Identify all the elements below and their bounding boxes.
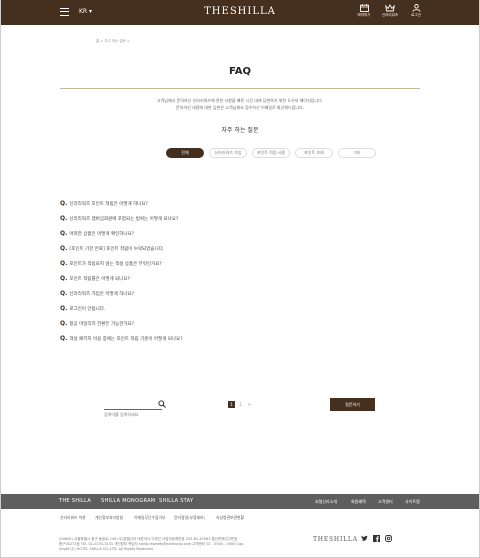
login-label: 로그인 — [411, 13, 421, 17]
footer-policy-privacy[interactable]: 개인정보처리방침 — [95, 515, 123, 521]
faq-item[interactable]: Q. 로그인이 안됩니다. — [60, 301, 420, 316]
question-marker: Q. — [60, 260, 68, 267]
title-divider — [60, 88, 420, 89]
page-2[interactable]: 2 — [237, 401, 244, 408]
tab-all[interactable]: 전체 — [166, 148, 204, 158]
faq-question: [포인트 기한 만료] 포인트 적립이 누락되었습니다. — [69, 246, 165, 252]
tab-points-earn-use[interactable]: 포인트 적립·사용 — [252, 148, 290, 158]
footer-brand-monogram[interactable]: SHILLA MONOGRAM — [101, 498, 155, 504]
rewards-button[interactable]: 신라리워즈 — [378, 4, 402, 18]
faq-item[interactable]: Q. 신라리워즈 가입은 어떻게 하나요? — [60, 286, 420, 301]
rewards-label: 신라리워즈 — [381, 13, 399, 17]
calendar-icon — [359, 4, 369, 12]
faq-question: 포인트가 적립되지 않는 객실 상품은 무엇인가요? — [69, 261, 162, 267]
breadcrumb[interactable]: 홈 > 자주 하는 질문 > — [96, 39, 130, 44]
user-icon — [412, 4, 420, 12]
question-marker: Q. — [60, 275, 68, 282]
reservation-button[interactable]: 예약하기 — [352, 4, 376, 18]
login-button[interactable]: 로그인 — [404, 4, 428, 18]
intro-line: 문의하신 내용에 대한 답변은 고객님께서 접수하신 이메일로 회신해드립니다. — [176, 105, 304, 110]
page-1[interactable]: 1 — [228, 401, 235, 408]
faq-question: 어떠한 상품은 어떻게 확인하나요? — [69, 231, 135, 237]
tab-points-inquiry[interactable]: 포인트 조회 — [295, 148, 333, 158]
top-header: KR ▾ THESHILLA 예약하기 신라리워즈 로그인 — [1, 0, 479, 25]
tab-join[interactable]: 신라리워즈 가입 — [209, 148, 247, 158]
faq-item[interactable]: Q. 신라리워즈 멤버십회원에 포함되는 범위는 어떻게 되나요? — [60, 211, 420, 226]
footer-policy-ethics[interactable]: 윤리경영(부정제보) — [174, 515, 205, 521]
faq-item[interactable]: Q. 항공 마일리지 전환은 가능한가요? — [60, 316, 420, 331]
question-marker: Q. — [60, 200, 68, 207]
footer-logo: THESHILLA — [313, 536, 358, 543]
footer-link-about[interactable]: 호텔신라소개 — [315, 499, 337, 505]
footer-policy-terms[interactable]: 신라리워즈 약관 — [60, 515, 86, 521]
question-marker: Q. — [60, 215, 68, 222]
question-marker: Q. — [60, 290, 68, 297]
faq-question: 항공 마일리지 전환은 가능한가요? — [69, 321, 135, 327]
footer-policy-email[interactable]: 이메일무단수집거부 — [134, 515, 165, 521]
faq-question: 신라리워즈 멤버십회원에 포함되는 범위는 어떻게 되나요? — [69, 216, 179, 222]
footer-brand-the-shilla[interactable]: THE SHILLA — [59, 498, 91, 504]
search-input[interactable] — [104, 410, 156, 419]
footer-brand-bar: THE SHILLA SHILLA MONOGRAM SHILLA STAY 호… — [1, 494, 479, 509]
faq-question: 포인트 적립률은 어떻게 되나요? — [69, 276, 130, 282]
faq-question: 신라리워즈 포인트 적립은 어떻게 하나요? — [69, 201, 148, 207]
category-tabs: 전체 신라리워즈 가입 포인트 적립·사용 포인트 조회 기타 — [166, 148, 376, 158]
footer-policy-records[interactable]: 속성명관보관현황 — [216, 515, 244, 521]
search-icon[interactable] — [158, 400, 166, 408]
search-box — [104, 400, 166, 419]
instagram-icon[interactable] — [385, 535, 392, 542]
faq-question: 객실 패키지 이용 중에는 포인트 적립 기준이 어떻게 되나요? — [69, 336, 183, 342]
faq-item[interactable]: Q. 신라리워즈 포인트 적립은 어떻게 하나요? — [60, 196, 420, 211]
page-next[interactable]: > — [246, 401, 253, 408]
faq-list: Q. 신라리워즈 포인트 적립은 어떻게 하나요? Q. 신라리워즈 멤버십회원에 … — [60, 196, 420, 346]
footer-link-benefits[interactable]: 회원혜택 — [351, 499, 366, 505]
reservation-label: 예약하기 — [357, 13, 371, 17]
question-marker: Q. — [60, 305, 68, 312]
pagination: 1 2 > — [228, 401, 253, 408]
company-address: (04605) 서울특별시 중구 동호로 249 (주)호텔신라 대표이사 이부… — [59, 537, 299, 553]
faq-item[interactable]: Q. [포인트 기한 만료] 포인트 적립이 누락되었습니다. — [60, 241, 420, 256]
footer-link-support[interactable]: 고객센터 — [378, 499, 393, 505]
faq-item[interactable]: Q. 어떠한 상품은 어떻게 확인하나요? — [60, 226, 420, 241]
tab-etc[interactable]: 기타 — [338, 148, 376, 158]
faq-question: 신라리워즈 가입은 어떻게 하나요? — [69, 291, 135, 297]
footer-brand-stay[interactable]: SHILLA STAY — [159, 498, 193, 504]
faq-item[interactable]: Q. 객실 패키지 이용 중에는 포인트 적립 기준이 어떻게 되나요? — [60, 331, 420, 346]
question-marker: Q. — [60, 335, 68, 342]
footer-link-sitemap[interactable]: 사이트맵 — [405, 499, 420, 505]
question-marker: Q. — [60, 320, 68, 327]
question-marker: Q. — [60, 230, 68, 237]
intro-line: 고객님께서 문의하신 신라리워즈에 관한 사항을 빠른 시간 내에 답변하기 위… — [156, 98, 324, 103]
question-marker: Q. — [60, 245, 68, 252]
twitter-icon[interactable] — [361, 535, 368, 542]
ask-question-button[interactable]: 질문하기 — [330, 398, 375, 411]
address-line: yright (C) HOTEL SHILLA CO.,LTD. All Rig… — [59, 547, 154, 552]
faq-question: 로그인이 안됩니다. — [69, 306, 106, 312]
footer-info: 신라리워즈 약관 개인정보처리방침 이메일무단수집거부 윤리경영(부정제보) 속… — [1, 509, 479, 557]
facebook-icon[interactable] — [373, 535, 380, 542]
faq-item[interactable]: Q. 포인트가 적립되지 않는 객실 상품은 무엇인가요? — [60, 256, 420, 271]
faq-item[interactable]: Q. 포인트 적립률은 어떻게 되나요? — [60, 271, 420, 286]
section-subtitle: 자주 하는 질문 — [221, 127, 259, 134]
intro-text: 고객님께서 문의하신 신라리워즈에 관한 사항을 빠른 시간 내에 답변하기 위… — [0, 97, 480, 111]
page-title: FAQ — [229, 66, 251, 77]
crown-icon — [385, 4, 395, 12]
